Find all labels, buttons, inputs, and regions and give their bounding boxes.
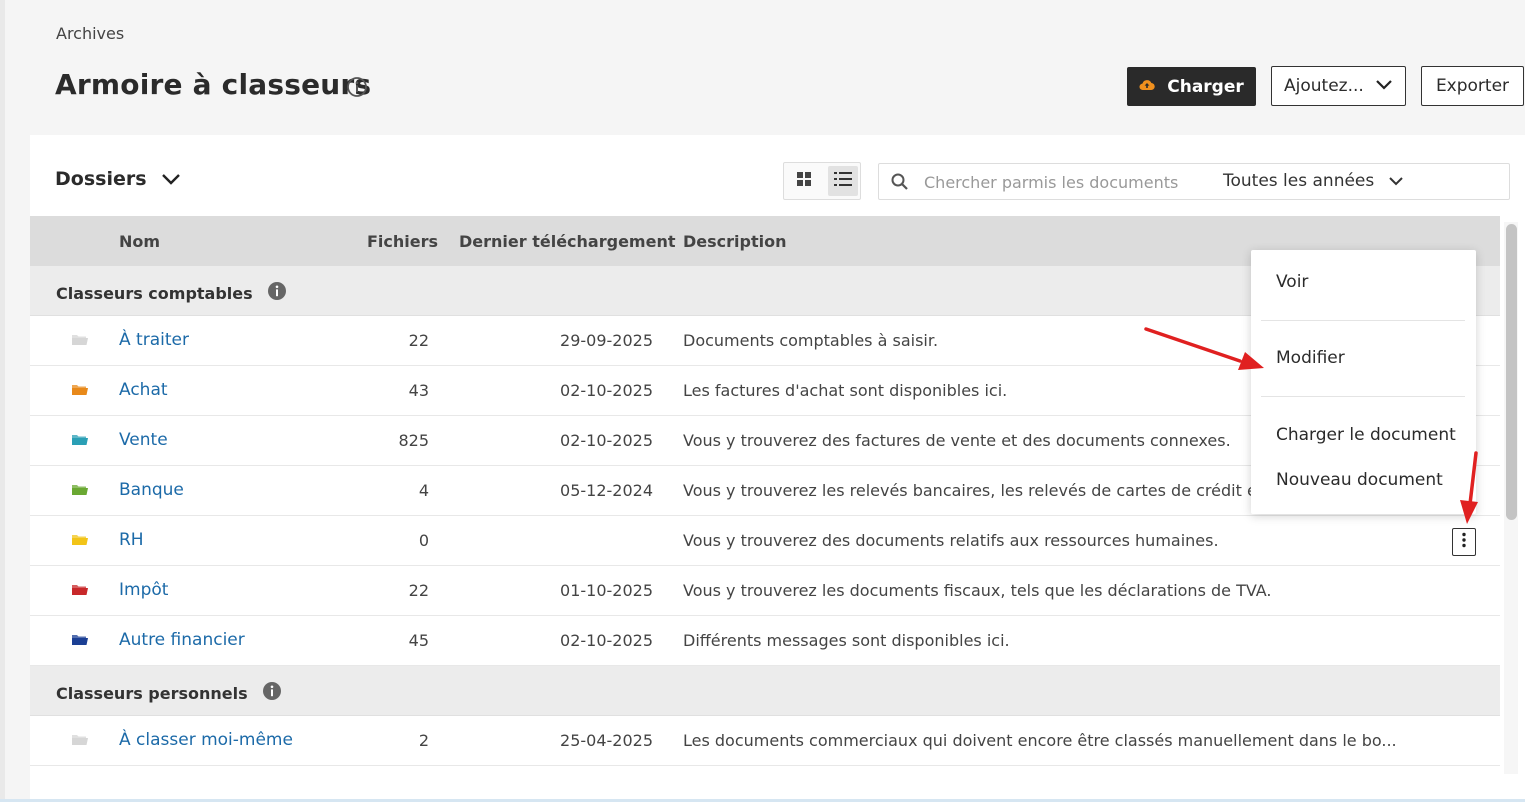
- folder-name-link[interactable]: Autre financier: [119, 630, 245, 650]
- row-context-menu: Voir Modifier Charger le document Nouvea…: [1251, 250, 1476, 514]
- last-upload-date: 02-10-2025: [560, 381, 653, 400]
- folder-icon: [71, 532, 89, 551]
- folder-icon: [71, 632, 89, 651]
- group-title: Classeurs comptables: [56, 283, 253, 303]
- menu-item-voir[interactable]: Voir: [1276, 272, 1308, 292]
- last-upload-date: 01-10-2025: [560, 581, 653, 600]
- group-label: Classeurs comptables: [56, 281, 287, 305]
- file-count: 2: [418, 731, 429, 750]
- folder-description: Vous y trouverez des factures de vente e…: [683, 431, 1231, 450]
- folder-name-link[interactable]: Vente: [119, 430, 168, 450]
- cloud-upload-icon: [1139, 77, 1155, 97]
- breadcrumb[interactable]: Archives: [56, 24, 124, 43]
- folder-name-link[interactable]: À traiter: [119, 330, 189, 350]
- folder-description: Documents comptables à saisir.: [683, 331, 939, 350]
- folder-name-link[interactable]: À classer moi-même: [119, 730, 293, 750]
- more-vertical-icon: [1462, 532, 1466, 552]
- column-header-description[interactable]: Description: [683, 232, 786, 251]
- page-title: Armoire à classeurs: [55, 68, 372, 101]
- folder-icon: [71, 732, 89, 751]
- column-header-last-upload[interactable]: Dernier téléchargement: [459, 232, 675, 251]
- last-upload-date: 05-12-2024: [560, 481, 653, 500]
- search-input[interactable]: [924, 168, 1204, 196]
- info-filled-icon[interactable]: [262, 681, 282, 705]
- folder-name-link[interactable]: Impôt: [119, 580, 168, 600]
- last-upload-date: 02-10-2025: [560, 431, 653, 450]
- file-count: 0: [418, 531, 429, 550]
- folder-icon: [71, 432, 89, 451]
- folder-description: Les factures d'achat sont disponibles ic…: [683, 381, 1008, 400]
- menu-divider: [1261, 320, 1465, 321]
- year-filter-select[interactable]: Toutes les années: [1223, 171, 1404, 191]
- folder-icon: [71, 582, 89, 601]
- folder-description: Vous y trouverez des documents relatifs …: [683, 531, 1219, 550]
- folder-name-link[interactable]: Banque: [119, 480, 184, 500]
- group-label: Classeurs personnels: [56, 681, 282, 705]
- folder-icon: [71, 382, 89, 401]
- left-edge-strip: [0, 0, 5, 802]
- dossiers-selector[interactable]: Dossiers: [55, 168, 181, 190]
- menu-item-charger-document[interactable]: Charger le document: [1276, 425, 1456, 445]
- last-upload-date: 02-10-2025: [560, 631, 653, 650]
- folder-description: Vous y trouverez les documents fiscaux, …: [683, 581, 1272, 600]
- folder-name-link[interactable]: Achat: [119, 380, 168, 400]
- grid-view-button[interactable]: [790, 167, 818, 195]
- folder-icon: [71, 482, 89, 501]
- file-count: 825: [398, 431, 429, 450]
- year-filter-label: Toutes les années: [1223, 171, 1375, 191]
- row-actions-menu-button[interactable]: [1452, 528, 1476, 556]
- upload-button[interactable]: Charger: [1127, 67, 1256, 106]
- search-bar: Toutes les années: [878, 163, 1510, 200]
- scrollbar-thumb[interactable]: [1506, 224, 1517, 520]
- file-count: 22: [408, 581, 429, 600]
- dossiers-label: Dossiers: [55, 168, 147, 190]
- last-upload-date: 25-04-2025: [560, 731, 653, 750]
- folder-icon: [71, 332, 89, 351]
- column-header-files[interactable]: Fichiers: [367, 232, 438, 251]
- chevron-down-icon: [1388, 171, 1404, 191]
- list-view-icon: [834, 171, 852, 191]
- file-count: 4: [418, 481, 429, 500]
- info-filled-icon[interactable]: [267, 281, 287, 305]
- chevron-down-icon: [1375, 76, 1393, 96]
- upload-button-label: Charger: [1167, 76, 1244, 97]
- menu-item-modifier[interactable]: Modifier: [1276, 348, 1345, 368]
- table-row[interactable]: RH 0 Vous y trouverez des documents relati…: [30, 516, 1500, 566]
- file-count: 45: [408, 631, 429, 650]
- table-row[interactable]: Autre financier 45 02-10-2025 Différents me…: [30, 616, 1500, 666]
- export-button[interactable]: Exporter: [1421, 66, 1524, 106]
- chevron-down-icon: [161, 168, 181, 190]
- search-icon: [891, 173, 909, 195]
- menu-divider: [1261, 396, 1465, 397]
- list-view-button[interactable]: [828, 166, 858, 196]
- folder-name-link[interactable]: RH: [119, 530, 144, 550]
- group-row: Classeurs personnels: [30, 666, 1500, 716]
- menu-item-nouveau-document[interactable]: Nouveau document: [1276, 470, 1443, 490]
- folder-description: Différents messages sont disponibles ici…: [683, 631, 1010, 650]
- view-toggle: [783, 162, 861, 200]
- grid-view-icon: [796, 171, 812, 191]
- folder-description: Vous y trouverez les relevés bancaires, …: [683, 481, 1273, 500]
- add-dropdown-button[interactable]: Ajoutez...: [1271, 66, 1406, 106]
- file-count: 22: [408, 331, 429, 350]
- add-dropdown-label: Ajoutez...: [1284, 76, 1364, 96]
- group-title: Classeurs personnels: [56, 683, 248, 703]
- column-header-name[interactable]: Nom: [119, 232, 160, 251]
- folder-description: Les documents commerciaux qui doivent en…: [683, 731, 1397, 750]
- info-circle-icon[interactable]: [346, 76, 368, 98]
- table-row[interactable]: À classer moi-même 2 25-04-2025 Les documen…: [30, 716, 1500, 766]
- file-count: 43: [408, 381, 429, 400]
- last-upload-date: 29-09-2025: [560, 331, 653, 350]
- table-row[interactable]: Impôt 22 01-10-2025 Vous y trouverez les do…: [30, 566, 1500, 616]
